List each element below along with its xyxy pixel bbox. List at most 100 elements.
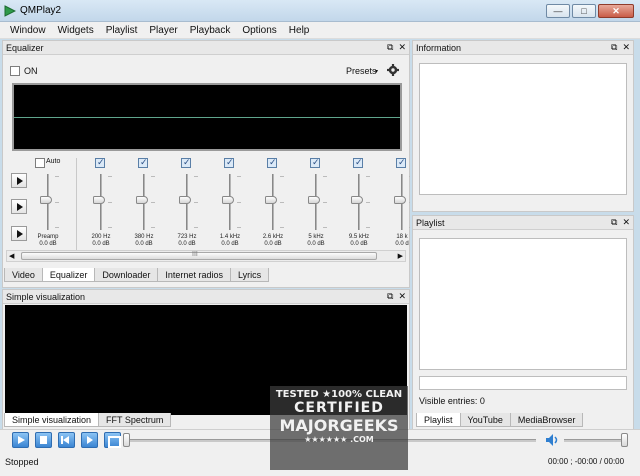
tab-mediabrowser[interactable]: MediaBrowser — [509, 413, 584, 427]
left-tab-bar: Video Equalizer Downloader Internet radi… — [4, 268, 270, 282]
eq-band-8: 18 k0.0 d — [387, 157, 410, 250]
playlist-title: Playlist — [416, 218, 445, 228]
fullscreen-button[interactable] — [104, 432, 121, 448]
tab-equalizer[interactable]: Equalizer — [41, 268, 96, 282]
band-db-label: 0.0 dB — [350, 241, 368, 247]
band-ticks — [55, 176, 59, 228]
close-icon[interactable]: ✕ — [398, 291, 406, 302]
playlist-list[interactable] — [419, 238, 627, 370]
band-db-label: 0.0 dB — [92, 241, 110, 247]
information-dock-title: Information ⧉ ✕ — [413, 41, 633, 55]
tab-fft-spectrum[interactable]: FFT Spectrum — [98, 413, 172, 427]
band-db-label: 0.0 dB — [39, 241, 57, 247]
band-db-label: 0.0 dB — [221, 241, 239, 247]
band-ticks — [194, 176, 198, 228]
information-title: Information — [416, 43, 462, 53]
tab-simple-visualization[interactable]: Simple visualization — [4, 413, 100, 427]
volume-icon[interactable] — [545, 433, 561, 447]
band-enable-checkbox[interactable] — [138, 157, 148, 168]
playlist-search-input[interactable] — [419, 376, 627, 390]
eq-scrollbar[interactable]: ◀ III ▶ — [6, 250, 406, 262]
eq-band-6: 5 kHz0.0 dB — [301, 157, 331, 250]
tab-youtube[interactable]: YouTube — [459, 413, 511, 427]
close-button[interactable]: ✕ — [598, 4, 634, 18]
band-slider-thumb[interactable] — [265, 196, 277, 204]
band-slider-thumb[interactable] — [136, 196, 148, 204]
visible-entries-label: Visible entries: 0 — [419, 396, 485, 406]
tab-playlist[interactable]: Playlist — [416, 413, 461, 427]
volume-track[interactable] — [564, 439, 628, 442]
eq-band-2: 380 Hz0.0 dB — [129, 157, 159, 250]
stop-button[interactable] — [35, 432, 52, 448]
information-panel — [419, 63, 627, 195]
time-display: 00:00 ; -00:00 / 00:00 — [548, 457, 625, 466]
maximize-button[interactable]: □ — [572, 4, 596, 18]
seek-slider-thumb[interactable] — [123, 433, 130, 447]
information-dock: Information ⧉ ✕ — [412, 40, 634, 212]
volume-slider-thumb[interactable] — [621, 433, 628, 447]
band-ticks — [323, 176, 327, 228]
band-slider-thumb[interactable] — [394, 196, 406, 204]
eq-band-5: 2.6 kHz0.0 dB — [258, 157, 288, 250]
band-db-label: 0.0 dB — [307, 241, 325, 247]
tab-internet-radios[interactable]: Internet radios — [157, 268, 231, 282]
eq-band-0: Preamp 0.0 dB — [33, 158, 63, 250]
eq-scroll-thumb[interactable]: III — [21, 251, 377, 260]
auto-checkbox[interactable] — [35, 158, 45, 168]
band-frequency-label: 200 Hz — [91, 234, 111, 240]
scroll-left-icon[interactable]: ◀ — [9, 252, 14, 260]
band-slider-thumb[interactable] — [179, 196, 191, 204]
watermark-line-2: CERTIFIED — [294, 400, 384, 416]
band-slider-thumb[interactable] — [351, 196, 363, 204]
band-frequency-label: 18 k — [396, 234, 408, 240]
play-button[interactable] — [12, 432, 29, 448]
float-icon[interactable]: ⧉ — [387, 291, 393, 302]
band-slider-thumb[interactable] — [93, 196, 105, 204]
band-db-label: 0.0 dB — [264, 241, 282, 247]
playlist-dock-title: Playlist ⧉ ✕ — [413, 216, 633, 230]
band-enable-checkbox[interactable] — [95, 157, 105, 168]
eq-band-4: 1.4 kHz0.0 dB — [215, 157, 245, 250]
eq-bands: Preamp0.0 dB200 Hz0.0 dB380 Hz0.0 dB723 … — [0, 0, 410, 260]
eq-band-7: 9.5 kHz0.0 dB — [344, 157, 374, 250]
watermark-line-4: ★★★★★★ .COM — [304, 435, 374, 444]
band-ticks — [237, 176, 241, 228]
band-enable-checkbox[interactable] — [224, 157, 234, 168]
tab-video[interactable]: Video — [4, 268, 43, 282]
band-frequency-label: 723 Hz — [177, 234, 197, 240]
watermark-line-3: MAJORGEEKS — [279, 416, 399, 435]
scroll-grip-icon: III — [192, 251, 198, 258]
band-db-label: 0.0 dB — [178, 241, 196, 247]
band-frequency-label: 5 kHz — [308, 234, 324, 240]
tab-lyrics[interactable]: Lyrics — [229, 268, 270, 282]
band-ticks — [108, 176, 112, 228]
band-slider-thumb[interactable] — [222, 196, 234, 204]
band-enable-checkbox[interactable] — [353, 157, 363, 168]
float-icon[interactable]: ⧉ — [611, 217, 617, 228]
band-enable-checkbox[interactable] — [396, 157, 406, 168]
watermark-line-1: TESTED ★100% CLEAN — [275, 389, 403, 400]
next-button[interactable] — [81, 432, 98, 448]
band-slider-thumb[interactable] — [308, 196, 320, 204]
band-ticks — [409, 176, 410, 228]
status-text: Stopped — [5, 457, 39, 467]
previous-button[interactable] — [58, 432, 75, 448]
scroll-right-icon[interactable]: ▶ — [398, 252, 403, 260]
visualization-dock-title: Simple visualization ⧉ ✕ — [3, 290, 409, 304]
band-db-label: 0.0 dB — [135, 241, 153, 247]
band-ticks — [366, 176, 370, 228]
band-slider-thumb[interactable] — [40, 196, 52, 204]
close-icon[interactable]: ✕ — [622, 42, 630, 53]
float-icon[interactable]: ⧉ — [611, 42, 617, 53]
tab-downloader[interactable]: Downloader — [94, 268, 159, 282]
close-icon[interactable]: ✕ — [622, 217, 630, 228]
band-enable-checkbox[interactable] — [181, 157, 191, 168]
playlist-dock: Playlist ⧉ ✕ Visible entries: 0 — [412, 215, 634, 430]
band-enable-checkbox[interactable] — [310, 157, 320, 168]
minimize-button[interactable]: — — [546, 4, 570, 18]
watermark-logo: TESTED ★100% CLEAN CERTIFIED MAJORGEEKS … — [270, 386, 408, 470]
band-enable-checkbox[interactable] — [267, 157, 277, 168]
eq-band-1: 200 Hz0.0 dB — [86, 157, 116, 250]
band-frequency-label: 1.4 kHz — [219, 234, 241, 240]
right-tab-bar: Playlist YouTube MediaBrowser — [416, 413, 584, 427]
